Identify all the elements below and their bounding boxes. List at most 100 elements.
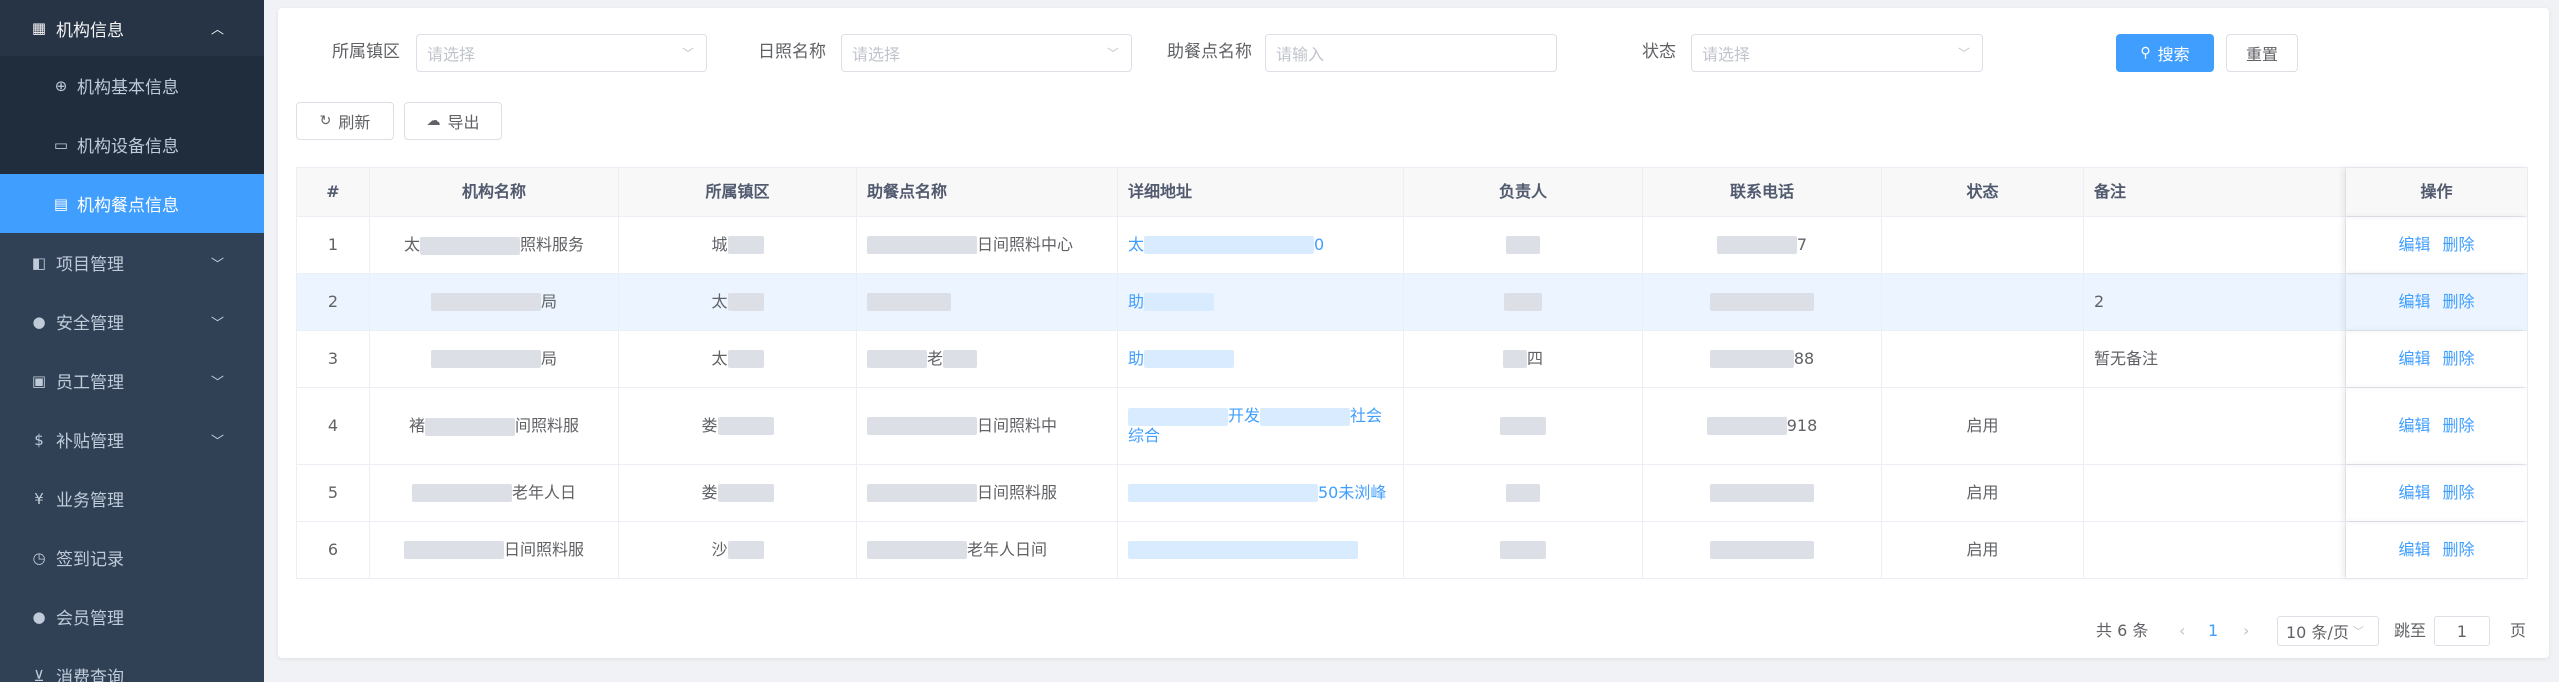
- sidebar-item-org-basic[interactable]: ⊕ 机构基本信息: [0, 56, 264, 115]
- org-name-text: 局: [540, 349, 557, 368]
- meal-point-input-placeholder: 请输入: [1276, 45, 1325, 64]
- care-name-select[interactable]: 请选择 ﹀: [841, 34, 1132, 72]
- sidebar-item-label: 签到记录: [56, 550, 124, 570]
- address-cell[interactable]: 50未浏峰: [1118, 465, 1404, 521]
- town-cell: 城: [619, 217, 857, 273]
- org-name-text: 太: [403, 235, 420, 254]
- row-index: 3: [297, 331, 370, 387]
- sidebar-item-consumption[interactable]: ⊻ 消费查询: [0, 646, 264, 682]
- address-link[interactable]: 助: [1128, 292, 1144, 312]
- redacted-block: [1710, 293, 1814, 311]
- search-button[interactable]: ⚲ 搜索: [2116, 34, 2214, 72]
- org-name-text: 日间照料服: [503, 540, 584, 559]
- table-row: 3 局 太 老 助 四 88 暂无备注 编辑 删除: [297, 330, 2527, 387]
- reset-button[interactable]: 重置: [2226, 34, 2298, 72]
- meal-point-cell: 老: [857, 331, 1118, 387]
- edit-button[interactable]: 编辑: [2398, 349, 2430, 369]
- status-select-placeholder: 请选择: [1702, 45, 1751, 64]
- row-index: 5: [297, 465, 370, 521]
- org-name-cell: 日间照料服: [370, 522, 619, 578]
- actions-cell: 编辑 删除: [2346, 217, 2527, 273]
- sidebar-item-project[interactable]: ◧ 项目管理 ﹀: [0, 233, 264, 292]
- sidebar-item-org-info[interactable]: ▦ 机构信息 ︿: [0, 0, 264, 56]
- sidebar-item-label: 会员管理: [56, 609, 124, 629]
- edit-button[interactable]: 编辑: [2398, 540, 2430, 560]
- town-cell: 沙: [619, 522, 857, 578]
- address-cell[interactable]: 太0: [1118, 217, 1404, 273]
- pagination-current-page[interactable]: 1: [2208, 616, 2218, 646]
- meal-point-filter-label: 助餐点名称: [1167, 42, 1252, 62]
- delete-button[interactable]: 删除: [2443, 416, 2475, 436]
- redacted-block: [727, 350, 764, 368]
- status-cell: [1882, 274, 2084, 330]
- redacted-block: [1716, 236, 1797, 254]
- cloud-download-icon: ☁: [426, 113, 441, 129]
- edit-button[interactable]: 编辑: [2398, 483, 2430, 503]
- edit-button[interactable]: 编辑: [2398, 416, 2430, 436]
- sidebar-item-checkin[interactable]: ◷ 签到记录: [0, 528, 264, 587]
- address-link[interactable]: 太: [1128, 235, 1144, 255]
- meal-point-cell: 日间照料中: [857, 388, 1118, 464]
- refresh-button-label: 刷新: [338, 113, 371, 132]
- delete-button[interactable]: 删除: [2443, 540, 2475, 560]
- address-cell[interactable]: 开发 社会综合: [1118, 388, 1404, 464]
- redacted-block: [1506, 484, 1540, 502]
- redacted-block: [943, 350, 978, 368]
- chevron-down-icon: ﹀: [681, 46, 694, 61]
- table-header-cell: 所属镇区: [619, 168, 857, 216]
- actions-cell: 编辑 删除: [2346, 388, 2527, 464]
- redacted-block: [717, 484, 774, 502]
- org-name-text: 局: [540, 292, 557, 311]
- sidebar-item-label: 安全管理: [56, 314, 124, 334]
- address-link[interactable]: 50未浏峰: [1318, 483, 1386, 503]
- sidebar-item-label: 员工管理: [56, 373, 124, 393]
- chevron-up-icon: ︿: [210, 22, 224, 38]
- address-link[interactable]: 0: [1314, 235, 1324, 255]
- meal-point-text: 日间照料服: [977, 483, 1058, 502]
- status-select[interactable]: 请选择 ﹀: [1691, 34, 1983, 72]
- status-cell: [1882, 217, 2084, 273]
- status-cell: 启用: [1882, 465, 2084, 521]
- sidebar-item-staff[interactable]: ▣ 员工管理 ﹀: [0, 351, 264, 410]
- address-cell[interactable]: 助: [1118, 331, 1404, 387]
- org-name-cell: 局: [370, 331, 619, 387]
- meal-point-cell: 日间照料服: [857, 465, 1118, 521]
- address-link[interactable]: 开发: [1228, 406, 1260, 425]
- address-link[interactable]: 助: [1128, 349, 1144, 369]
- refresh-button[interactable]: ↻ 刷新: [296, 102, 394, 140]
- remark-cell: 暂无备注: [2084, 331, 2346, 387]
- reset-button-label: 重置: [2245, 45, 2278, 64]
- meal-point-text: 日间照料中心: [977, 235, 1074, 254]
- export-button[interactable]: ☁ 导出: [404, 102, 502, 140]
- town-text: 太: [711, 292, 728, 311]
- page-size-select[interactable]: 10 条/页 ﹀: [2277, 616, 2379, 646]
- clock-icon: ◷: [32, 548, 46, 567]
- town-select[interactable]: 请选择 ﹀: [416, 34, 707, 72]
- address-cell[interactable]: 助: [1118, 274, 1404, 330]
- sidebar-item-org-meal[interactable]: ▤ 机构餐点信息: [0, 174, 264, 233]
- next-page-icon[interactable]: ›: [2243, 616, 2249, 646]
- sidebar-item-member[interactable]: ● 会员管理: [0, 587, 264, 646]
- status-cell: [1882, 331, 2084, 387]
- document-icon: ▤: [53, 194, 69, 213]
- prev-page-icon[interactable]: ‹: [2179, 616, 2185, 646]
- jump-input[interactable]: 1: [2434, 616, 2490, 646]
- dollar-icon: $: [34, 430, 44, 449]
- sidebar-item-subsidy[interactable]: $ 补贴管理 ﹀: [0, 410, 264, 469]
- sidebar-item-business[interactable]: ¥ 业务管理: [0, 469, 264, 528]
- sidebar-item-safety[interactable]: ● 安全管理 ﹀: [0, 292, 264, 351]
- edit-button[interactable]: 编辑: [2398, 235, 2430, 255]
- sidebar-item-label: 机构设备信息: [77, 137, 179, 157]
- address-cell[interactable]: [1118, 522, 1404, 578]
- redacted-block: [1504, 293, 1542, 311]
- meal-point-input[interactable]: 请输入: [1265, 34, 1557, 72]
- delete-button[interactable]: 删除: [2443, 292, 2475, 312]
- delete-button[interactable]: 删除: [2443, 483, 2475, 503]
- redacted-block: [867, 541, 967, 559]
- meal-point-text: 日间照料中: [977, 416, 1058, 435]
- edit-button[interactable]: 编辑: [2398, 292, 2430, 312]
- delete-button[interactable]: 删除: [2443, 235, 2475, 255]
- sidebar-item-org-device[interactable]: ▭ 机构设备信息: [0, 115, 264, 174]
- delete-button[interactable]: 删除: [2443, 349, 2475, 369]
- location-pin-icon: ●: [32, 312, 46, 331]
